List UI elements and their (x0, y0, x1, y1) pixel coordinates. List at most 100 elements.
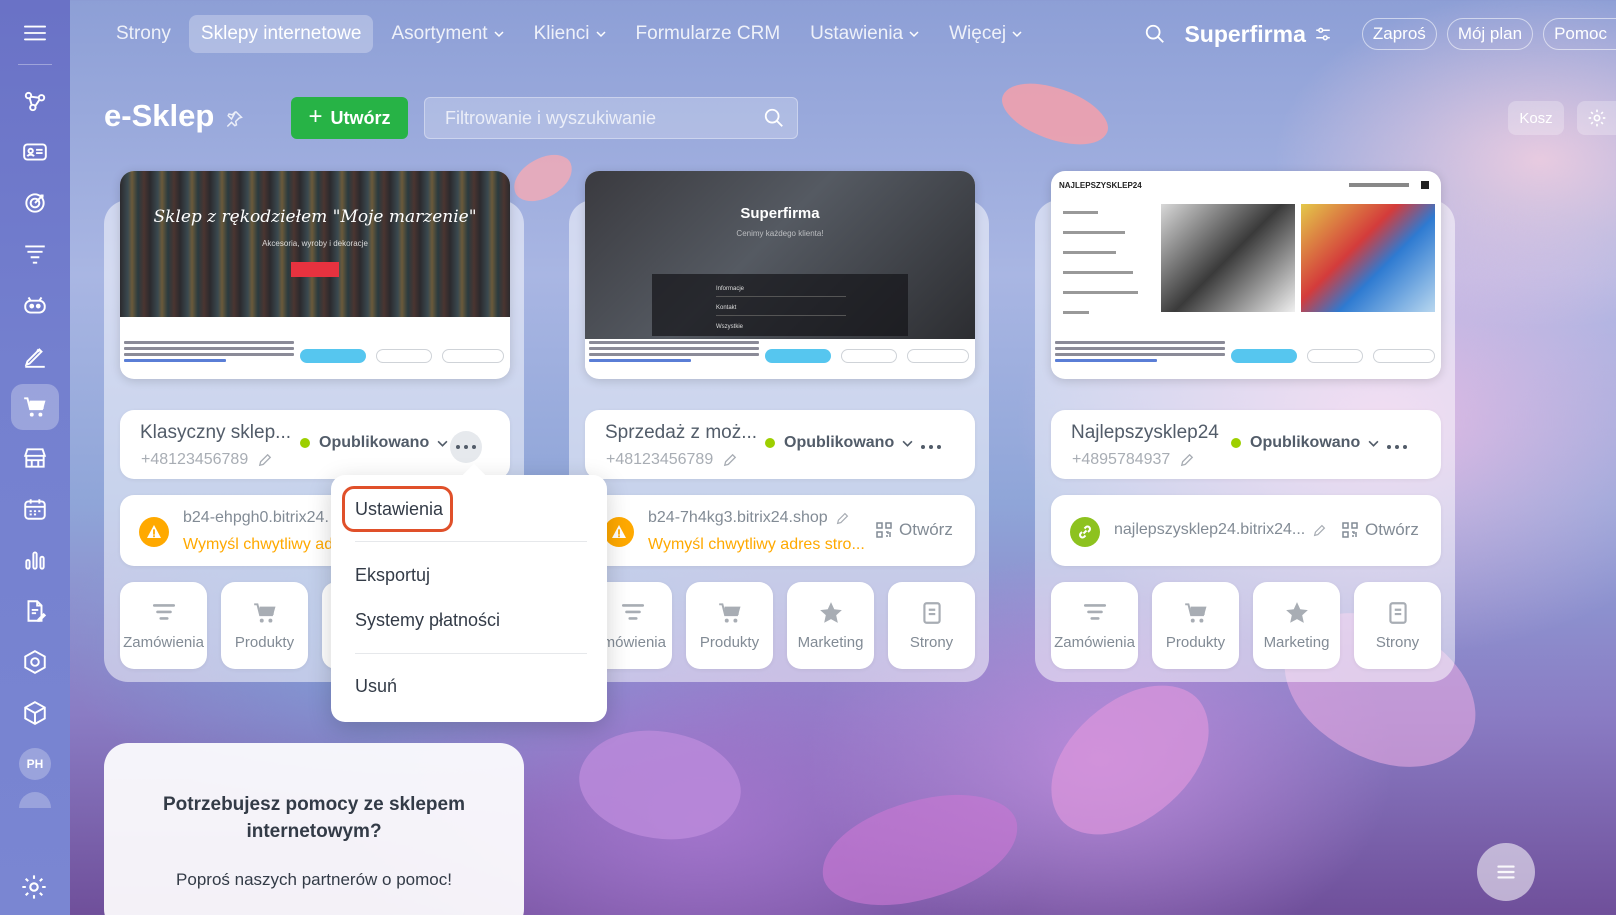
domain-address[interactable]: b24-7h4kg3.bitrix24.shop (648, 509, 849, 527)
shop-preview[interactable]: NAJLEPSZYSKLEP24 (1051, 171, 1441, 379)
create-button[interactable]: + Utwórz (291, 97, 408, 139)
sidebar-item-crm[interactable] (11, 129, 59, 175)
sidebar-item-shops[interactable] (11, 383, 59, 430)
tab-crm-forms[interactable]: Formularze CRM (624, 15, 793, 53)
sidebar-item-feed[interactable] (11, 78, 59, 124)
products-button[interactable]: Produkty (1152, 582, 1239, 669)
products-button[interactable]: Produkty (221, 582, 308, 669)
menu-divider (355, 541, 587, 542)
more-button[interactable] (450, 431, 482, 463)
tab-more[interactable]: Więcej (937, 15, 1034, 53)
sliders-icon[interactable] (1314, 25, 1332, 43)
pencil-icon[interactable] (258, 453, 272, 467)
preview-phone (1349, 183, 1409, 187)
status-dropdown[interactable]: Opublikowano (765, 434, 913, 452)
menu-item-delete[interactable]: Usuń (355, 676, 397, 697)
cookie-text (589, 341, 759, 365)
gear-icon[interactable] (20, 873, 48, 901)
help-text[interactable]: Poproś naszych partnerów o pomoc! (104, 870, 524, 890)
sidebar-item-store[interactable] (11, 435, 59, 481)
open-button[interactable]: Otwórz (875, 520, 953, 540)
sidebar-item-copilot[interactable] (11, 282, 59, 328)
marketing-label: Marketing (797, 634, 864, 651)
funnel-icon (152, 604, 175, 620)
sidebar-item-automation[interactable] (11, 639, 59, 685)
tab-label: Sklepy internetowe (200, 23, 362, 44)
menu-item-settings[interactable]: Ustawienia (342, 486, 453, 532)
more-button[interactable] (915, 431, 947, 463)
shop-phone-text: +48123456789 (606, 451, 714, 468)
my-plan-button[interactable]: Mój plan (1446, 18, 1534, 50)
more-button[interactable] (1381, 431, 1413, 463)
help-button[interactable]: Pomoc (1543, 18, 1616, 50)
marketing-button[interactable]: Marketing (1253, 582, 1340, 669)
cookie-text (1055, 341, 1225, 365)
pencil-icon[interactable] (1180, 453, 1194, 467)
shop-name[interactable]: Sprzedaż z moż... (605, 422, 757, 444)
trash-button[interactable]: Kosz (1508, 101, 1564, 135)
chevron-down-icon (437, 440, 448, 447)
sidebar-item-documents[interactable] (11, 588, 59, 634)
sidebar-item-sign[interactable] (11, 333, 59, 379)
menu-icon[interactable] (18, 20, 52, 46)
sidebar-item-inventory[interactable] (11, 690, 59, 736)
menu-item-payment-systems[interactable]: Systemy płatności (355, 610, 500, 631)
avatar[interactable] (19, 792, 51, 808)
search-input[interactable] (445, 107, 763, 129)
tab-settings[interactable]: Ustawienia (798, 15, 931, 53)
pencil-icon[interactable] (836, 512, 849, 525)
open-button[interactable]: Otwórz (1341, 520, 1419, 540)
marketing-button[interactable]: Marketing (787, 582, 874, 669)
pages-button[interactable]: Strony (888, 582, 975, 669)
pencil-icon[interactable] (1313, 524, 1326, 537)
preview-title: Sklep z rękodziełem "Moje marzenie" (153, 207, 477, 227)
sidebar-item-analytics[interactable] (11, 537, 59, 583)
tab-online-shops[interactable]: Sklepy internetowe (188, 15, 374, 53)
preview-title: Superfirma (740, 205, 820, 222)
background-flower (566, 705, 754, 865)
domain-text: b24-7h4kg3.bitrix24.shop (648, 509, 828, 526)
status-dropdown[interactable]: Opublikowano (300, 434, 448, 452)
avatar[interactable]: PH (19, 748, 51, 780)
sidebar-item-funnel[interactable] (11, 231, 59, 277)
search-icon[interactable] (1144, 23, 1166, 45)
products-button[interactable]: Produkty (686, 582, 773, 669)
cookie-banner (585, 339, 975, 375)
pencil-icon[interactable] (723, 453, 737, 467)
domain-address[interactable]: b24-ehpgh0.bitrix24. (183, 509, 329, 527)
domain-warning[interactable]: Wymyśl chwytliwy ad (183, 536, 333, 554)
invite-button[interactable]: Zaproś (1361, 18, 1437, 50)
domain-warning[interactable]: Wymyśl chwytliwy adres stro... (648, 536, 865, 554)
orders-button[interactable]: Zamówienia (1051, 582, 1138, 669)
sidebar-item-tasks[interactable] (11, 180, 59, 226)
chevron-down-icon (909, 31, 919, 38)
gear-icon (1588, 109, 1606, 127)
domain-text: b24-ehpgh0.bitrix24. (183, 509, 329, 526)
floating-list-button[interactable] (1477, 843, 1535, 901)
shop-name[interactable]: Klasyczny sklep... (140, 422, 291, 444)
menu-item-export[interactable]: Eksportuj (355, 565, 430, 586)
shop-preview[interactable]: Superfirma Cenimy każdego klienta! Infor… (585, 171, 975, 379)
shop-preview[interactable]: Sklep z rękodziełem "Moje marzenie" Akce… (120, 171, 510, 379)
search-field[interactable] (424, 97, 798, 139)
page-settings-button[interactable] (1577, 101, 1616, 135)
left-sidebar: PH (0, 0, 70, 915)
tab-label: Więcej (949, 23, 1007, 44)
tab-pages[interactable]: Strony (104, 15, 183, 53)
chevron-down-icon (1012, 31, 1022, 38)
marketing-label: Marketing (1263, 634, 1330, 651)
status-dropdown[interactable]: Opublikowano (1231, 434, 1379, 452)
company-name[interactable]: Superfirma (1184, 21, 1305, 48)
shop-phone-text: +48123456789 (141, 451, 249, 468)
pin-icon[interactable] (224, 109, 244, 129)
domain-address[interactable]: najlepszysklep24.bitrix24... (1114, 521, 1326, 539)
shop-name[interactable]: Najlepszysklep24 (1071, 422, 1219, 444)
tab-assortment[interactable]: Asortyment (379, 15, 515, 53)
tab-clients[interactable]: Klienci (522, 15, 618, 53)
sidebar-item-calendar[interactable] (11, 486, 59, 532)
shop-phone: +48123456789 (606, 451, 737, 469)
search-icon[interactable] (763, 107, 785, 129)
pages-button[interactable]: Strony (1354, 582, 1441, 669)
chevron-down-icon (494, 31, 504, 38)
orders-button[interactable]: Zamówienia (120, 582, 207, 669)
